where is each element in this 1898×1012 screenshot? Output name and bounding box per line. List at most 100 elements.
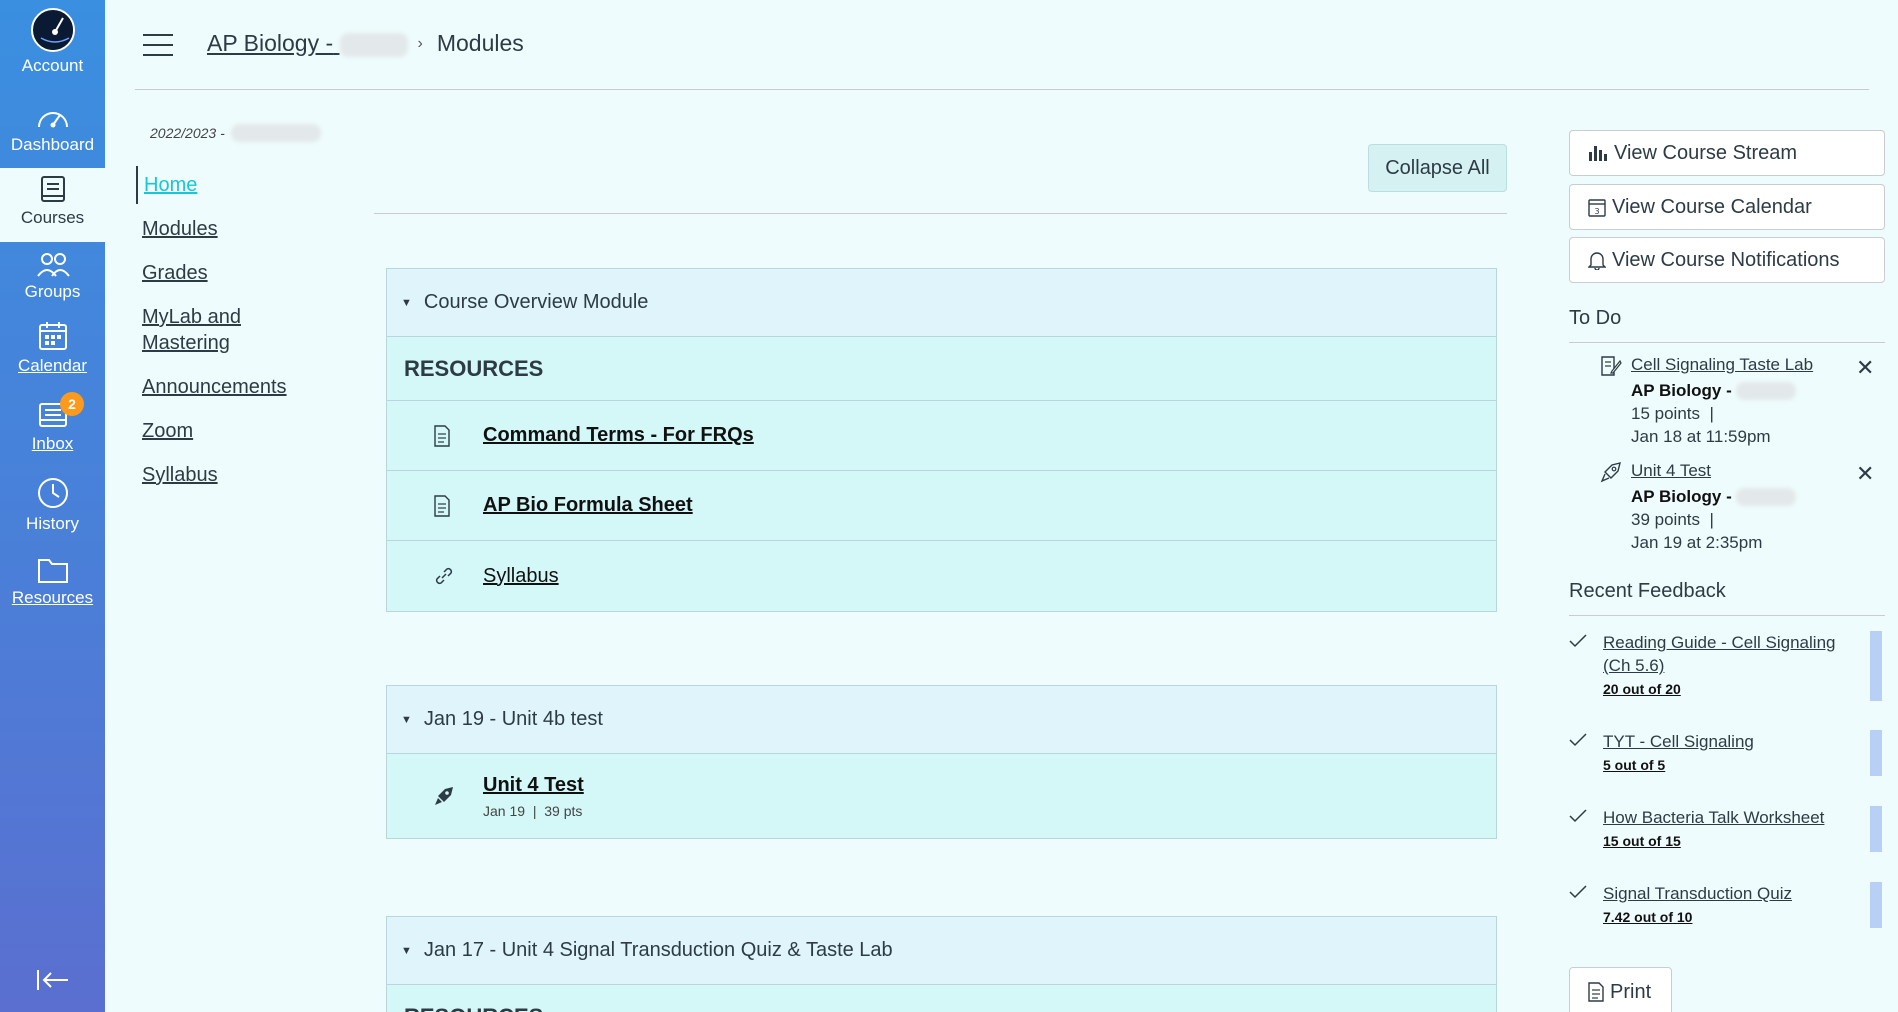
module-course-overview: ▼ Course Overview Module RESOURCES Comma… — [386, 268, 1497, 612]
module-item-link[interactable]: AP Bio Formula Sheet — [483, 494, 693, 517]
feedback-indicator — [1870, 631, 1882, 701]
module-item: Command Terms - For FRQs — [387, 401, 1496, 471]
inbox-label: Inbox — [31, 434, 74, 453]
quiz-rocket-icon — [433, 785, 483, 807]
print-button[interactable]: Print — [1569, 967, 1672, 1012]
module-header[interactable]: ▼ Course Overview Module — [387, 269, 1496, 337]
feedback-link[interactable]: TYT - Cell Signaling — [1603, 730, 1863, 753]
view-course-stream-button[interactable]: View Course Stream — [1569, 130, 1885, 176]
course-nav-zoom[interactable]: Zoom — [136, 412, 356, 450]
course-nav-syllabus[interactable]: Syllabus — [136, 456, 356, 494]
redacted-course-name — [1735, 382, 1796, 400]
module-subheader: RESOURCES — [387, 985, 1496, 1012]
course-nav-announcements-link[interactable]: Announcements — [142, 376, 287, 398]
global-nav-resources[interactable]: Resources — [0, 556, 105, 608]
todo-points-text: 15 points — [1631, 404, 1700, 423]
todo-due-date: Jan 19 at 2:35pm — [1631, 533, 1763, 552]
global-nav-groups[interactable]: Groups — [0, 250, 105, 302]
calendar-icon: 3 — [1588, 197, 1606, 217]
history-clock-icon — [37, 478, 68, 508]
quiz-rocket-icon — [1600, 461, 1622, 488]
breadcrumb-course-link[interactable]: AP Biology - — [207, 30, 408, 57]
feedback-score[interactable]: 7.42 out of 10 — [1603, 909, 1692, 925]
document-icon — [433, 424, 483, 447]
module-item-link[interactable]: Syllabus — [483, 565, 559, 588]
feedback-score[interactable]: 5 out of 5 — [1603, 757, 1665, 773]
collapse-nav-button[interactable] — [0, 968, 105, 996]
course-nav-home-link[interactable]: Home — [144, 174, 197, 196]
module-item: AP Bio Formula Sheet — [387, 471, 1496, 541]
courses-icon — [40, 176, 65, 202]
feedback-indicator — [1870, 806, 1882, 852]
view-course-calendar-label: View Course Calendar — [1612, 195, 1812, 218]
redacted-course-name — [339, 32, 408, 57]
global-nav-account[interactable]: Account — [0, 8, 105, 76]
folder-icon — [37, 559, 68, 583]
feedback-link[interactable]: How Bacteria Talk Worksheet — [1603, 806, 1863, 829]
todo-course: AP Biology - — [1631, 381, 1796, 401]
todo-course-text: AP Biology - — [1631, 381, 1732, 400]
feedback-indicator — [1870, 882, 1882, 928]
history-label: History — [26, 514, 79, 533]
global-nav-history[interactable]: History — [0, 476, 105, 534]
groups-icon — [36, 253, 70, 277]
view-course-calendar-button[interactable]: 3 View Course Calendar — [1569, 184, 1885, 230]
recent-feedback-heading: Recent Feedback — [1569, 580, 1885, 616]
module-item: Syllabus — [387, 541, 1496, 611]
course-nav-mylab[interactable]: MyLab and Mastering — [136, 298, 256, 362]
todo-heading: To Do — [1569, 307, 1885, 343]
global-nav-dashboard[interactable]: Dashboard — [0, 103, 105, 155]
global-nav-inbox[interactable]: Inbox — [0, 398, 105, 454]
course-nav-modules[interactable]: Modules — [136, 210, 356, 248]
print-document-icon — [1588, 982, 1604, 1002]
bell-icon — [1588, 250, 1606, 270]
svg-text:3: 3 — [1594, 207, 1599, 216]
module-header[interactable]: ▼ Jan 19 - Unit 4b test — [387, 686, 1496, 754]
checkmark-icon — [1568, 633, 1588, 654]
todo-link[interactable]: Unit 4 Test — [1631, 461, 1711, 481]
assignment-icon — [1600, 355, 1622, 382]
redacted-course-name — [1735, 488, 1796, 506]
courses-label: Courses — [20, 208, 85, 227]
module-item-link[interactable]: Command Terms - For FRQs — [483, 424, 754, 447]
course-nav-modules-link[interactable]: Modules — [142, 218, 218, 240]
link-icon — [433, 565, 483, 587]
inbox-unread-badge: 2 — [60, 392, 84, 416]
global-nav-courses[interactable]: Courses — [0, 168, 105, 242]
feedback-score[interactable]: 15 out of 15 — [1603, 833, 1681, 849]
course-nav-mylab-link[interactable]: MyLab and Mastering — [142, 306, 241, 354]
page-header: AP Biology - › Modules — [105, 0, 1898, 90]
feedback-link[interactable]: Signal Transduction Quiz — [1603, 882, 1863, 905]
redacted-term — [230, 124, 321, 142]
course-nav-home[interactable]: Home — [136, 166, 356, 204]
global-nav-calendar[interactable]: Calendar — [0, 320, 105, 376]
course-menu-toggle[interactable] — [143, 34, 173, 56]
dismiss-close-icon[interactable]: ✕ — [1856, 461, 1874, 487]
breadcrumb-current: Modules — [436, 30, 524, 56]
course-nav-grades-link[interactable]: Grades — [142, 262, 208, 284]
todo-link[interactable]: Cell Signaling Taste Lab — [1631, 355, 1813, 375]
dashboard-label: Dashboard — [10, 135, 95, 154]
dismiss-close-icon[interactable]: ✕ — [1856, 355, 1874, 381]
todo-course-text: AP Biology - — [1631, 487, 1732, 506]
view-course-notifications-button[interactable]: View Course Notifications — [1569, 237, 1885, 283]
bar-chart-icon — [1588, 144, 1608, 162]
course-nav-zoom-link[interactable]: Zoom — [142, 420, 193, 442]
global-navigation: Account Dashboard Courses Groups Calenda… — [0, 0, 105, 1012]
module-title: Jan 19 - Unit 4b test — [423, 708, 603, 730]
course-nav-announcements[interactable]: Announcements — [136, 368, 356, 406]
collapse-all-button[interactable]: Collapse All — [1368, 144, 1507, 192]
feedback-score[interactable]: 20 out of 20 — [1603, 681, 1681, 697]
module-title: Course Overview Module — [423, 291, 649, 313]
course-nav-grades[interactable]: Grades — [136, 254, 356, 292]
course-nav-syllabus-link[interactable]: Syllabus — [142, 464, 218, 486]
term-label: 2022/2023 - — [150, 124, 356, 142]
document-icon — [433, 494, 483, 517]
module-item-link[interactable]: Unit 4 Test — [483, 774, 584, 797]
main-divider — [374, 213, 1507, 214]
module-item-date: Jan 19 — [483, 802, 526, 819]
module-title: Jan 17 - Unit 4 Signal Transduction Quiz… — [423, 939, 893, 961]
module-unit-4-quiz-taste-lab: ▼ Jan 17 - Unit 4 Signal Transduction Qu… — [386, 916, 1497, 1012]
feedback-link[interactable]: Reading Guide - Cell Signaling (Ch 5.6) — [1603, 631, 1863, 677]
module-header[interactable]: ▼ Jan 17 - Unit 4 Signal Transduction Qu… — [387, 917, 1496, 985]
